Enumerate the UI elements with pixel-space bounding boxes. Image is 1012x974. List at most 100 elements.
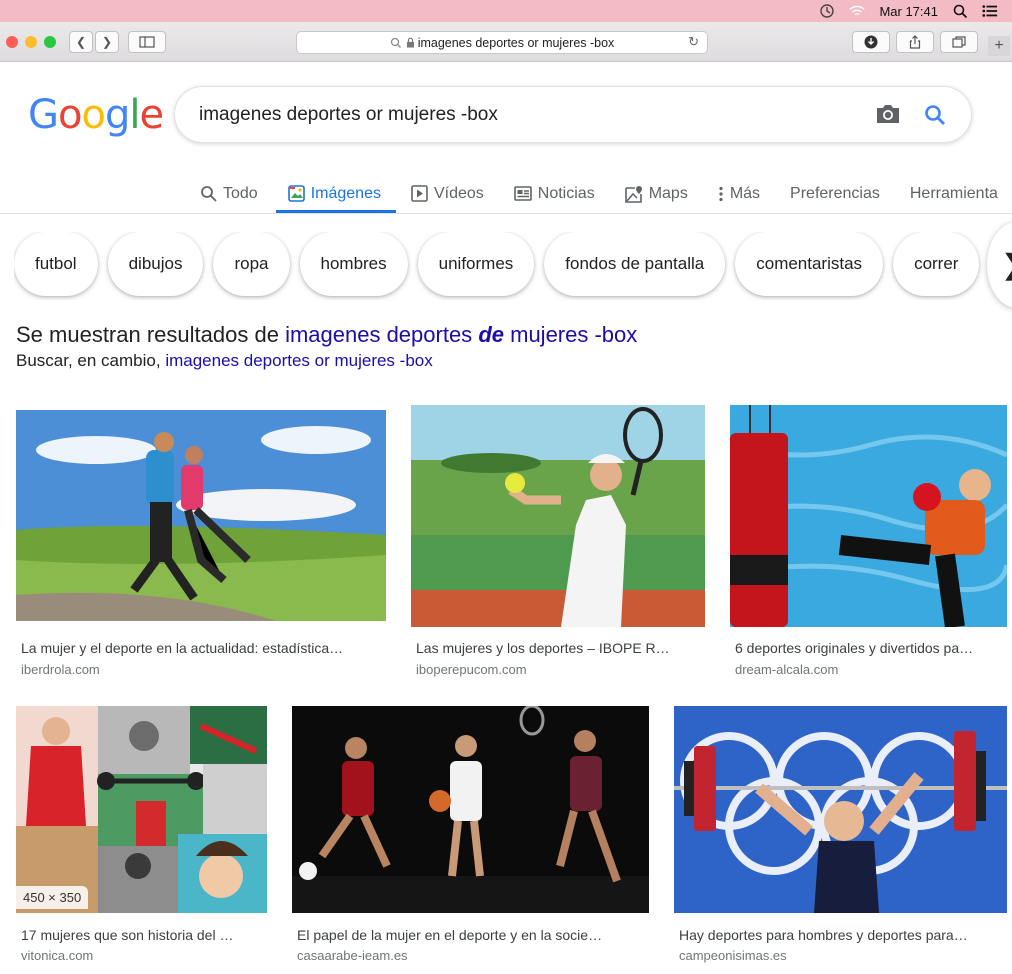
result-image [411,405,705,627]
correction-prefix: Se muestran resultados de [16,322,279,347]
tab-overview-button[interactable] [940,31,978,53]
tab-label: Herramienta [909,184,998,202]
search-box [174,86,972,143]
corrected-query-link[interactable]: imagenes deportes de mujeres -box [285,322,637,347]
close-window-button[interactable] [6,36,18,48]
chip-ropa[interactable]: ropa [213,232,290,296]
search-instead-for: Buscar, en cambio, imagenes deportes or … [16,351,433,371]
tab-imagenes[interactable]: Imágenes [275,174,397,213]
sidebar-button[interactable] [128,31,166,53]
image-icon [287,185,305,202]
result-image [16,706,267,913]
search-input[interactable] [199,101,819,129]
corrected-query-part: imagenes deportes [285,322,473,347]
forward-button[interactable]: ❯ [95,31,119,53]
plus-icon: + [994,37,1004,54]
search-icon[interactable] [923,103,947,132]
reload-icon[interactable]: ↻ [688,34,699,50]
result-caption-4[interactable]: 17 mujeres que son historia del … [21,927,261,943]
chip-futbol[interactable]: futbol [14,232,98,296]
original-query-link[interactable]: imagenes deportes or mujeres -box [165,351,432,370]
map-icon [624,185,642,203]
image-dimensions-badge: 450 × 350 [16,886,89,909]
tabs-icon [952,36,966,48]
tab-mas[interactable]: Más [718,174,760,213]
tab-herramientas[interactable]: Herramienta [910,174,998,213]
tab-preferencias[interactable]: Preferencias [790,174,880,213]
result-thumbnail-1[interactable] [16,410,386,621]
search-instead-prefix: Buscar, en cambio, [16,351,161,370]
notification-center-icon[interactable] [982,3,998,19]
result-source-6[interactable]: campeonisimas.es [679,948,787,963]
chevron-right-icon: ❯ [1001,248,1012,281]
tab-label: Imágenes [310,184,381,202]
result-caption-5[interactable]: El papel de la mujer en el deporte y en … [297,927,643,943]
chip-comentaristas[interactable]: comentaristas [735,232,884,296]
tab-label: Más [729,184,761,202]
browser-toolbar: ❮ ❯ imagenes deportes or mujeres -box ↻ … [0,22,1012,62]
tab-label: Noticias [537,184,595,202]
corrected-query-part: mujeres -box [510,322,638,347]
wifi-icon[interactable] [849,3,866,19]
chevron-right-icon: ❯ [101,35,113,49]
new-tab-button[interactable]: + [988,36,1010,56]
search-icon [201,186,217,202]
result-source-4[interactable]: vitonica.com [21,948,93,963]
corrected-word: de [478,322,504,347]
zoom-window-button[interactable] [44,36,56,48]
chip-dibujos[interactable]: dibujos [107,232,204,296]
related-searches-chips: futbol dibujos ropa hombres uniformes fo… [14,232,1012,300]
chip-correr[interactable]: correr [893,232,980,296]
camera-icon[interactable] [875,103,901,130]
news-icon [513,186,532,201]
result-thumbnail-5[interactable] [292,706,649,913]
result-source-5[interactable]: casaarabe-ieam.es [297,948,408,963]
share-button[interactable] [896,31,934,53]
result-image [292,706,649,913]
back-button[interactable]: ❮ [69,31,93,53]
spotlight-search-icon[interactable] [952,3,968,19]
tab-label: Maps [648,184,688,202]
chevron-left-icon: ❮ [75,35,87,49]
share-icon [909,35,921,49]
result-thumbnail-6[interactable] [674,706,1007,913]
tab-label: Vídeos [433,184,484,202]
tab-videos[interactable]: Vídeos [411,174,484,213]
result-thumbnail-4[interactable] [16,706,267,913]
window-controls [6,36,56,48]
lock-icon [406,37,414,48]
chip-uniformes[interactable]: uniformes [417,232,535,296]
macos-menubar: Mar 17:41 [0,0,1012,22]
result-caption-3[interactable]: 6 deportes originales y divertidos pa… [735,640,1001,656]
result-thumbnail-3[interactable] [730,405,1007,627]
chip-hombres[interactable]: hombres [299,232,408,296]
search-icon [390,37,401,48]
address-bar[interactable]: imagenes deportes or mujeres -box ↻ [296,31,708,54]
tab-noticias[interactable]: Noticias [513,174,595,213]
result-caption-6[interactable]: Hay deportes para hombres y deportes par… [679,927,1001,943]
result-source-3[interactable]: dream-alcala.com [735,662,838,677]
showing-results-for: Se muestran resultados de imagenes depor… [16,322,637,348]
result-image [16,410,386,621]
chip-fondos-de-pantalla[interactable]: fondos de pantalla [544,232,726,296]
result-thumbnail-2[interactable] [411,405,705,627]
result-caption-2[interactable]: Las mujeres y los deportes – IBOPE R… [416,640,700,656]
google-logo[interactable]: Google [28,92,164,138]
result-caption-1[interactable]: La mujer y el deporte en la actualidad: … [21,640,381,656]
tab-maps[interactable]: Maps [624,174,688,213]
play-icon [411,185,428,202]
result-source-2[interactable]: iboperepucom.com [416,662,527,677]
privacy-shield-icon[interactable] [819,3,835,19]
search-tabs: Todo Imágenes Vídeos Noticias Maps Más P… [200,174,1012,213]
more-vert-icon [719,186,723,201]
tab-label: Preferencias [790,184,880,202]
menubar-clock[interactable]: Mar 17:41 [879,4,938,19]
google-header: Google Todo Imágenes Vídeos Noticias Ma [0,62,1012,214]
minimize-window-button[interactable] [25,36,37,48]
tab-todo[interactable]: Todo [200,174,258,213]
address-bar-text: imagenes deportes or mujeres -box [417,35,615,50]
result-source-1[interactable]: iberdrola.com [21,662,100,677]
downloads-button[interactable] [852,31,890,53]
sidebar-icon [139,36,155,48]
download-icon [864,35,878,49]
